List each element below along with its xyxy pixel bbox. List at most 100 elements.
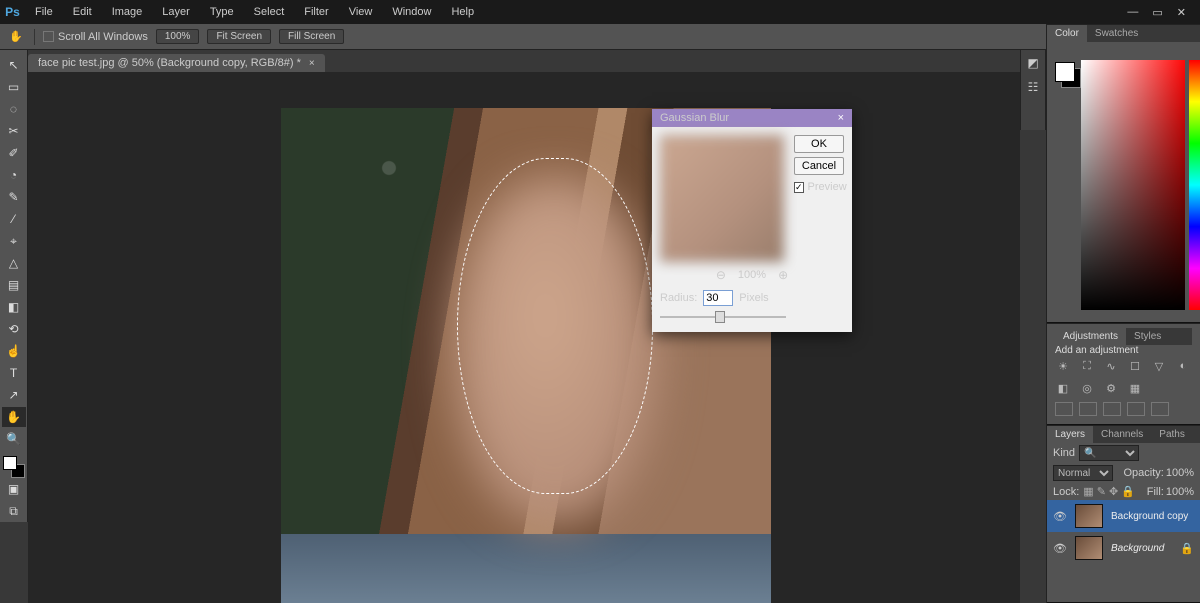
gradient-tool[interactable]: ▤ [2,275,26,295]
layer-thumbnail[interactable] [1075,536,1103,560]
color-field[interactable] [1081,60,1185,310]
layers-panel: Layers Channels Paths Kind 🔍 Normal Opac… [1047,425,1200,603]
crop-tool[interactable]: ✂ [2,121,26,141]
dialog-close-icon[interactable]: × [838,112,844,124]
fill-screen-button[interactable]: Fill Screen [279,29,344,44]
marquee-tool[interactable]: ▭ [2,77,26,97]
color-chips[interactable] [3,456,25,478]
fg-color-swatch[interactable] [1055,62,1075,82]
fill-value[interactable]: 100% [1166,486,1194,498]
hand-tool[interactable]: ✋ [2,407,26,427]
kind-label: Kind [1053,447,1075,459]
zoom-tool[interactable]: 🔍 [2,429,26,449]
clone-tool[interactable]: ⁄ [2,209,26,229]
fit-screen-button[interactable]: Fit Screen [207,29,271,44]
vibrance-icon[interactable]: ▽ [1151,360,1167,374]
tab-adjustments[interactable]: Adjustments [1055,328,1126,345]
radius-slider[interactable] [660,310,786,324]
menu-edit[interactable]: Edit [63,0,102,24]
properties-panel-icon[interactable]: ☷ [1028,80,1039,94]
move-tool[interactable]: ↖ [2,55,26,75]
visibility-icon[interactable]: 👁 [1053,510,1067,523]
zoom-100-button[interactable]: 100% [156,29,200,44]
photo-filter-icon[interactable]: ◎ [1079,382,1095,396]
document-tab[interactable]: face pic test.jpg @ 50% (Background copy… [28,54,325,72]
path-tool[interactable]: ↗ [2,385,26,405]
eyedropper-tool[interactable]: ✐ [2,143,26,163]
menu-layer[interactable]: Layer [152,0,200,24]
levels-icon[interactable]: ⛶ [1079,360,1095,374]
blend-mode-select[interactable]: Normal [1053,465,1113,481]
bw-icon[interactable]: ◧ [1055,382,1071,396]
menu-help[interactable]: Help [441,0,484,24]
selective-color-icon[interactable] [1151,402,1169,416]
tab-channels[interactable]: Channels [1093,426,1151,443]
history-brush-tool[interactable]: ⌖ [2,231,26,251]
cancel-button[interactable]: Cancel [794,157,844,175]
layer-thumbnail[interactable] [1075,504,1103,528]
preview-checkbox[interactable]: ✓ Preview [794,181,844,193]
dodge-tool[interactable]: ⟲ [2,319,26,339]
history-panel-icon[interactable]: ◩ [1027,56,1038,70]
menu-filter[interactable]: Filter [294,0,338,24]
opacity-value[interactable]: 100% [1166,467,1194,479]
posterize-icon[interactable] [1079,402,1097,416]
exposure-icon[interactable]: ☐ [1127,360,1143,374]
layer-name[interactable]: Background [1111,543,1164,554]
brush-tool[interactable]: ✎ [2,187,26,207]
window-controls: — ▭ ✕ [1113,6,1200,19]
lock-icons[interactable]: ▦ ✎ ✥ 🔒 [1083,485,1135,498]
invert-icon[interactable] [1055,402,1073,416]
zoom-in-icon[interactable]: ⊕ [778,268,788,282]
canvas-area[interactable] [28,72,1020,603]
blur-tool[interactable]: ◧ [2,297,26,317]
brightness-icon[interactable]: ☀ [1055,360,1071,374]
type-tool[interactable]: T [2,363,26,383]
layer-row[interactable]: 👁 Background 🔒 [1047,532,1200,564]
opacity-label: Opacity: [1124,467,1164,479]
lookup-icon[interactable]: ▦ [1127,382,1143,396]
healing-tool[interactable]: ◔ [2,165,26,185]
scroll-all-checkbox[interactable]: Scroll All Windows [43,31,148,43]
gaussian-blur-dialog: Gaussian Blur × ⊖ 100% ⊕ Radius: Pixels … [652,109,852,332]
eraser-tool[interactable]: △ [2,253,26,273]
tab-paths[interactable]: Paths [1151,426,1193,443]
quickmask-icon[interactable]: ▣ [2,479,26,499]
foreground-color-chip[interactable] [3,456,17,470]
checkbox-icon: ✓ [794,182,804,193]
layer-name[interactable]: Background copy [1111,511,1188,522]
minimize-icon[interactable]: — [1127,6,1138,19]
menu-window[interactable]: Window [382,0,441,24]
tab-swatches[interactable]: Swatches [1087,25,1146,42]
document-tab-close-icon[interactable]: × [309,58,315,69]
zoom-out-icon[interactable]: ⊖ [716,268,726,282]
tab-color[interactable]: Color [1047,25,1087,42]
curves-icon[interactable]: ∿ [1103,360,1119,374]
menu-image[interactable]: Image [102,0,153,24]
menu-type[interactable]: Type [200,0,244,24]
tab-styles[interactable]: Styles [1126,328,1169,345]
hue-icon[interactable]: ◐ [1175,360,1191,374]
layer-row[interactable]: 👁 Background copy [1047,500,1200,532]
screenmode-icon[interactable]: ⧉ [2,501,26,521]
ok-button[interactable]: OK [794,135,844,153]
adjustments-label: Add an adjustment [1055,345,1192,356]
gradient-map-icon[interactable] [1127,402,1145,416]
pen-tool[interactable]: ☝ [2,341,26,361]
menu-view[interactable]: View [339,0,383,24]
threshold-icon[interactable] [1103,402,1121,416]
close-icon[interactable]: ✕ [1177,6,1186,19]
radius-input[interactable] [703,290,733,306]
tab-layers[interactable]: Layers [1047,426,1093,443]
hue-slider[interactable] [1189,60,1200,310]
maximize-icon[interactable]: ▭ [1152,6,1162,19]
kind-select[interactable]: 🔍 [1079,445,1139,461]
blur-preview[interactable] [660,135,784,262]
slider-thumb[interactable] [715,311,725,323]
lasso-tool[interactable]: ◌ [2,99,26,119]
menu-select[interactable]: Select [244,0,295,24]
visibility-icon[interactable]: 👁 [1053,542,1067,555]
menu-file[interactable]: File [25,0,63,24]
dialog-title-bar[interactable]: Gaussian Blur × [652,109,852,127]
channel-mixer-icon[interactable]: ⚙ [1103,382,1119,396]
